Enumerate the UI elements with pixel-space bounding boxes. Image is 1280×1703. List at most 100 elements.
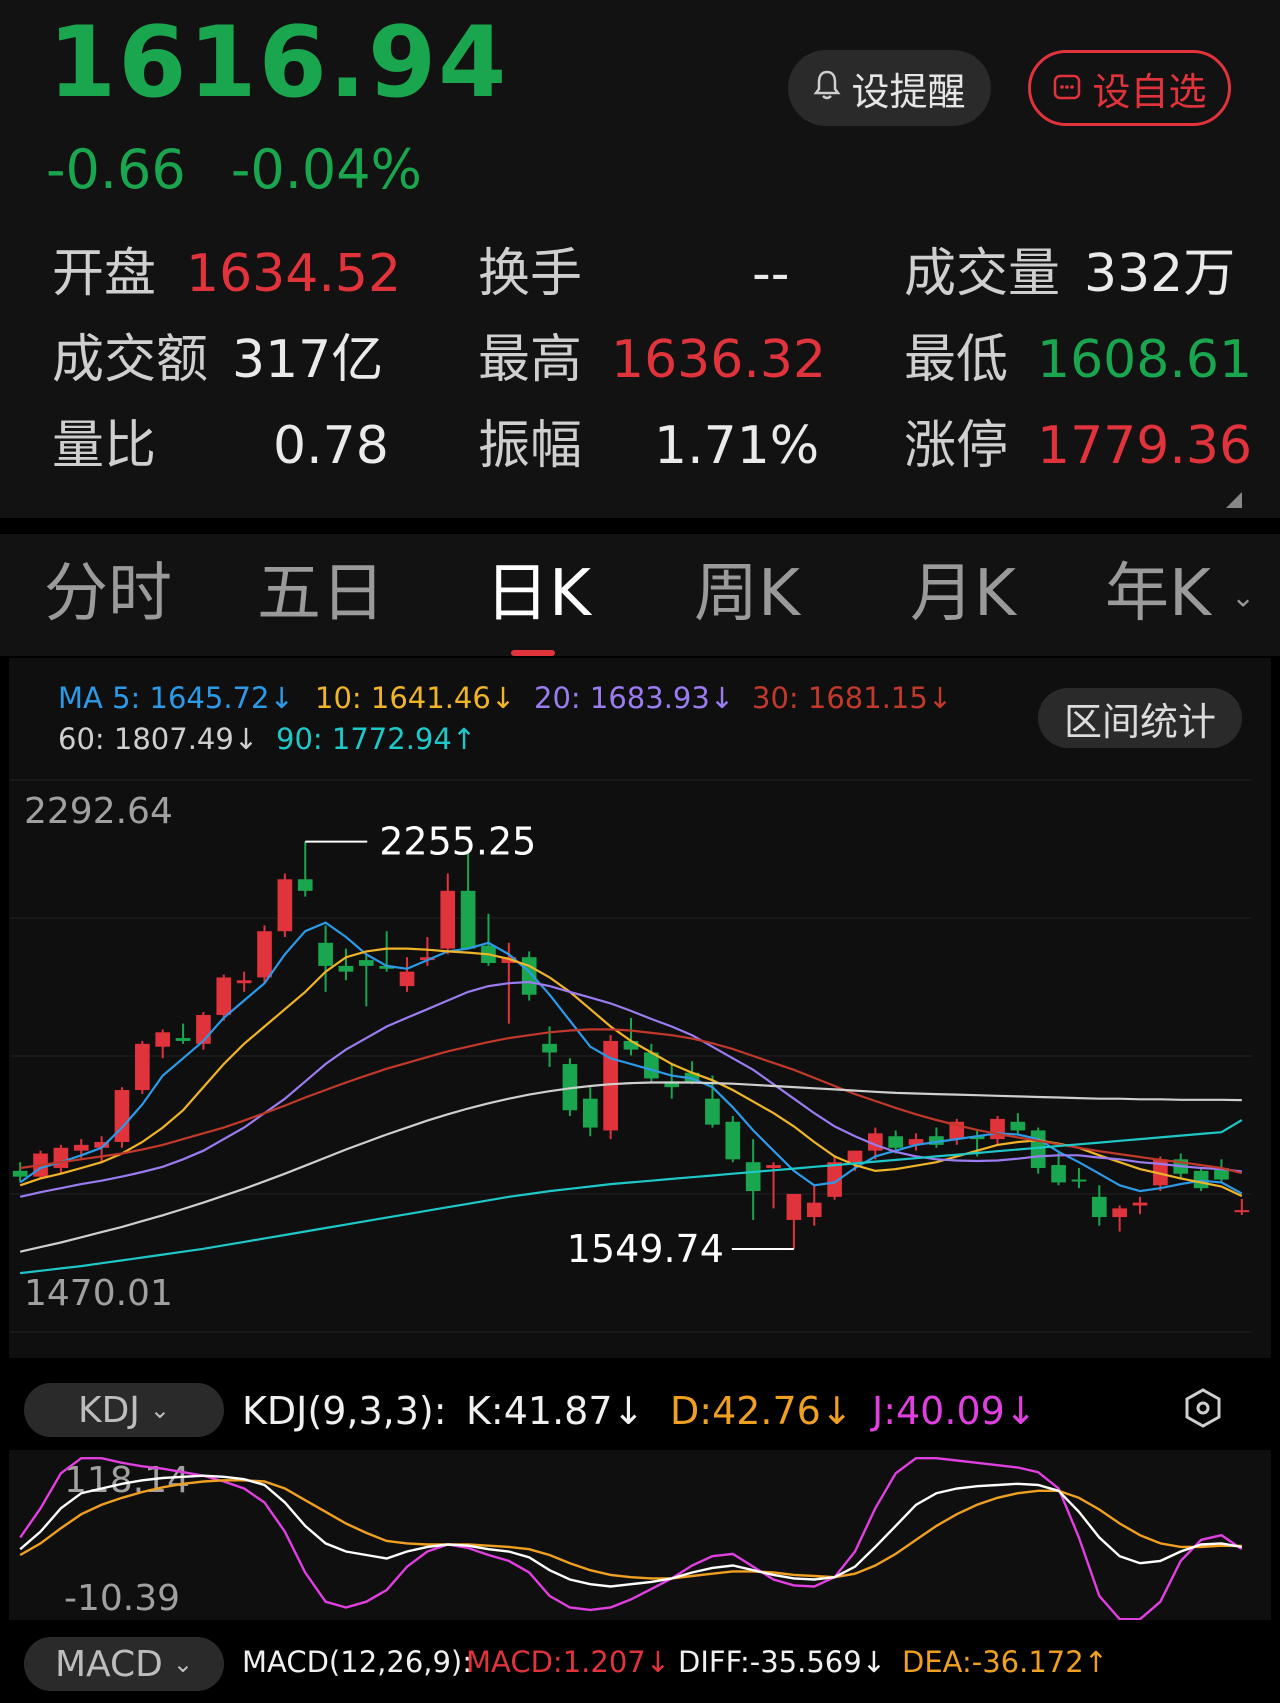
- candle-down: [1010, 1121, 1026, 1131]
- candle-down: [12, 1170, 28, 1177]
- volume-ratio-label: 量比: [52, 416, 157, 476]
- ma20-readout: 20: 1683.93↓: [534, 681, 735, 715]
- peak-marker-label: 2255.25: [379, 820, 536, 864]
- change-percent: -0.04%: [230, 138, 422, 201]
- candle-down: [460, 890, 476, 949]
- ma5-line: [19, 921, 1243, 1195]
- tab-yearly-k[interactable]: 年K ⌄: [1105, 562, 1255, 626]
- candle-down: [318, 942, 333, 966]
- last-price: 1616.94: [48, 6, 509, 120]
- candle-up: [847, 1150, 863, 1163]
- candle-down: [1091, 1196, 1107, 1218]
- candlestick-chart[interactable]: 2292.64 1470.01 2255.25 1549.74: [0, 760, 1280, 1340]
- chevron-down-icon: ⌄: [1231, 580, 1255, 614]
- kdj-j-value: J:40.09↓: [872, 1389, 1037, 1433]
- watchlist-icon: [1052, 66, 1082, 110]
- price-change: -0.66 -0.04%: [46, 140, 450, 199]
- macd-diff-value: DIFF:-35.569↓: [678, 1645, 886, 1679]
- amount-label: 成交额: [52, 330, 209, 390]
- kdj-axis-low-label: -10.39: [64, 1578, 180, 1619]
- tab-weekly-k[interactable]: 周K: [694, 562, 800, 626]
- candle-down: [297, 879, 313, 891]
- candle-up: [135, 1043, 150, 1091]
- turnover-label: 换手: [478, 244, 583, 304]
- candle-down: [725, 1121, 741, 1160]
- amplitude-label: 振幅: [478, 416, 583, 476]
- high-value: 1636.32: [611, 330, 827, 390]
- candle-down: [745, 1162, 761, 1192]
- period-tabs: 分时 五日 日K 周K 月K 年K ⌄: [0, 534, 1280, 656]
- high-label: 最高: [478, 330, 583, 390]
- candle-down: [582, 1098, 598, 1128]
- macd-dea-value: DEA:-36.172↑: [902, 1645, 1108, 1679]
- chevron-down-icon: ⌄: [149, 1396, 171, 1424]
- candle-up: [73, 1144, 89, 1151]
- add-watchlist-button[interactable]: 设自选: [1028, 50, 1231, 126]
- set-alert-button[interactable]: 设提醒: [788, 50, 991, 126]
- low-value: 1608.61: [1037, 330, 1253, 390]
- macd-value: MACD:1.207↓: [466, 1645, 671, 1679]
- candle-down: [542, 1043, 557, 1053]
- turnover-value: --: [752, 244, 790, 304]
- candle-up: [277, 879, 293, 932]
- quote-header: 1616.94 -0.66 -0.04% 设提醒 设自选 开盘 1634.52 …: [0, 0, 1280, 518]
- volume-label: 成交量: [904, 244, 1061, 304]
- candle-up: [806, 1202, 822, 1218]
- candle-down: [1071, 1179, 1087, 1182]
- kdj-d-line: [19, 1479, 1242, 1580]
- expand-corner-icon[interactable]: [1226, 492, 1242, 508]
- settings-icon[interactable]: [1184, 1388, 1222, 1432]
- macd-selector-label: MACD: [54, 1643, 163, 1685]
- macd-selector[interactable]: MACD ⌄: [24, 1637, 224, 1691]
- candle-up: [399, 971, 415, 987]
- tab-daily-k[interactable]: 日K: [485, 562, 591, 626]
- y-axis-high-label: 2292.64: [24, 791, 173, 832]
- candle-up: [786, 1193, 802, 1220]
- limit-up-value: 1779.36: [1037, 416, 1253, 476]
- candle-down: [358, 960, 374, 966]
- candle-up: [216, 977, 232, 1015]
- bell-icon: [813, 66, 841, 110]
- limit-up-label: 涨停: [904, 416, 1009, 476]
- ma10-readout: 10: 1641.46↓: [315, 681, 516, 715]
- volume-value: 332万: [1084, 244, 1236, 304]
- kdj-k-line: [19, 1474, 1243, 1588]
- candle-down: [175, 1038, 191, 1041]
- candle-down: [705, 1098, 720, 1125]
- kdj-d-value: D:42.76↓: [670, 1389, 853, 1433]
- kdj-k-value: K:41.87↓: [466, 1389, 645, 1433]
- ma60-readout: 60: 1807.49↓: [58, 722, 259, 756]
- open-label: 开盘: [52, 244, 157, 304]
- tab-intraday[interactable]: 分时: [44, 562, 172, 626]
- ma5-readout: MA 5: 1645.72↓: [58, 681, 294, 715]
- candle-up: [1234, 1210, 1250, 1213]
- candle-up: [1132, 1202, 1148, 1206]
- change-value: -0.66: [46, 138, 186, 201]
- volume-ratio-value: 0.78: [273, 416, 389, 476]
- active-tab-indicator: [511, 650, 555, 656]
- add-watchlist-label: 设自选: [1092, 69, 1207, 114]
- candle-up: [766, 1165, 781, 1168]
- chevron-down-icon: ⌄: [172, 1650, 194, 1678]
- kdj-selector[interactable]: KDJ ⌄: [24, 1383, 224, 1437]
- tab-yearly-k-label: 年K: [1105, 557, 1211, 631]
- candle-up: [236, 980, 252, 984]
- candle-down: [338, 965, 354, 972]
- kdj-params: KDJ(9,3,3):: [242, 1389, 447, 1433]
- candle-up: [1112, 1208, 1127, 1218]
- ma90-readout: 90: 1772.94↑: [276, 722, 477, 756]
- candle-down: [1193, 1170, 1209, 1189]
- candle-up: [990, 1118, 1005, 1140]
- tab-monthly-k[interactable]: 月K: [910, 562, 1016, 626]
- range-stats-button[interactable]: 区间统计: [1038, 688, 1242, 748]
- tab-five-day[interactable]: 五日: [257, 562, 385, 626]
- candle-up: [53, 1147, 69, 1168]
- set-alert-label: 设提醒: [851, 69, 966, 114]
- low-label: 最低: [904, 330, 1009, 390]
- candle-down: [1051, 1165, 1066, 1183]
- kdj-axis-high-label: 118.14: [64, 1460, 190, 1501]
- candle-up: [257, 931, 272, 978]
- macd-params: MACD(12,26,9):: [242, 1645, 473, 1679]
- kdj-selector-label: KDJ: [77, 1389, 140, 1431]
- candle-down: [888, 1136, 904, 1148]
